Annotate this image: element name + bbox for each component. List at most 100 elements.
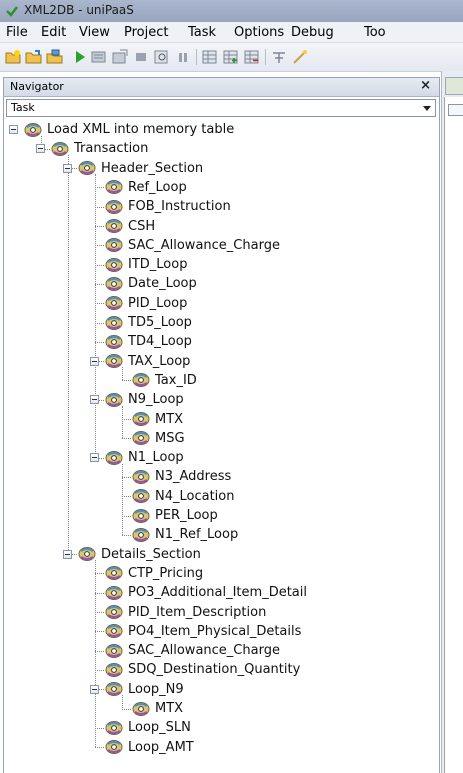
- tree-node[interactable]: SAC_Allowance_Charge: [105, 236, 280, 255]
- collapse-toggle-icon[interactable]: [90, 356, 99, 366]
- menu-item-project[interactable]: Project: [124, 25, 168, 40]
- tree-node[interactable]: TD5_Loop: [105, 313, 192, 332]
- tree-node[interactable]: CSH: [105, 217, 155, 236]
- tree-node-label: Tax_ID: [155, 372, 197, 388]
- tree-node[interactable]: PO3_Additional_Item_Detail: [105, 583, 307, 602]
- pause-icon[interactable]: [174, 48, 192, 66]
- task-icon: [105, 237, 123, 253]
- expand-icon[interactable]: [270, 48, 288, 66]
- tree-node-label: CSH: [128, 218, 156, 234]
- tree-node[interactable]: ITD_Loop: [105, 255, 187, 274]
- task-icon: [132, 430, 150, 446]
- menu-item-options[interactable]: Options: [234, 25, 284, 40]
- task-icon: [105, 179, 123, 195]
- tree-node[interactable]: TAX_Loop: [105, 352, 190, 371]
- tree-node[interactable]: N3_Address: [132, 467, 231, 486]
- editor-tab[interactable]: [445, 77, 463, 95]
- task-icon: [105, 199, 123, 215]
- grid-icon[interactable]: [201, 48, 219, 66]
- collapse-toggle-icon[interactable]: [90, 395, 99, 405]
- tree-node[interactable]: N1_Ref_Loop: [132, 525, 238, 544]
- menu-item-too[interactable]: Too: [364, 25, 386, 40]
- task-icon: [105, 623, 123, 639]
- task-icon: [105, 295, 123, 311]
- tree-node[interactable]: Transaction: [51, 139, 148, 158]
- tree-node[interactable]: Loop_SLN: [105, 718, 191, 737]
- tree-node[interactable]: SAC_Allowance_Charge: [105, 641, 280, 660]
- grid-delete-icon[interactable]: [243, 48, 261, 66]
- task-icon: [105, 681, 123, 697]
- run-icon[interactable]: [71, 48, 89, 66]
- tree-node[interactable]: PO4_Item_Physical_Details: [105, 622, 301, 641]
- tree-node-label: N3_Address: [155, 469, 232, 485]
- navigator-header: Navigator ×: [4, 78, 439, 97]
- tree-node-label: N1_Loop: [128, 450, 184, 466]
- tree-node[interactable]: Loop_AMT: [105, 738, 194, 757]
- new-icon[interactable]: [4, 48, 22, 66]
- collapse-toggle-icon[interactable]: [9, 125, 18, 134]
- tree-node[interactable]: MTX: [132, 699, 183, 718]
- editor-button[interactable]: [448, 104, 463, 116]
- collapse-toggle-icon[interactable]: [90, 453, 99, 463]
- tree-node-label: TD5_Loop: [128, 315, 192, 330]
- grid-add-icon[interactable]: [222, 48, 240, 66]
- step-over-icon[interactable]: [111, 48, 129, 66]
- collapse-toggle-icon[interactable]: [63, 163, 72, 173]
- task-icon: [105, 257, 123, 273]
- menu-bar: File Edit View Project Task Options Debug Too: [0, 22, 463, 43]
- window-title: XML2DB - uniPaaS: [24, 3, 134, 17]
- tree-node[interactable]: N1_Loop: [105, 448, 184, 467]
- tree-node[interactable]: Tax_ID: [132, 371, 197, 390]
- tree-node-label: SAC_Allowance_Charge: [128, 237, 280, 253]
- open-project-icon[interactable]: [46, 48, 64, 66]
- editor-panel: [444, 97, 463, 773]
- tree-node[interactable]: MTX: [132, 410, 183, 429]
- navigator-panel: Navigator × Task Load XML into memory ta…: [3, 77, 440, 773]
- tree-node-label: Details_Section: [101, 546, 201, 562]
- tree-node[interactable]: MSG: [132, 429, 185, 448]
- menu-item-view[interactable]: View: [79, 25, 110, 40]
- step-into-icon[interactable]: [90, 48, 108, 66]
- tree-node[interactable]: FOB_Instruction: [105, 197, 231, 216]
- tree-node[interactable]: Loop_N9: [105, 680, 184, 699]
- tree-node[interactable]: Date_Loop: [105, 274, 197, 293]
- find-icon[interactable]: [153, 48, 171, 66]
- tree-node[interactable]: PID_Loop: [105, 294, 187, 313]
- menu-item-debug[interactable]: Debug: [291, 25, 334, 40]
- tree-node-label: PO3_Additional_Item_Detail: [128, 585, 307, 601]
- task-icon: [105, 739, 123, 755]
- task-icon: [51, 141, 69, 157]
- tree-node-label: FOB_Instruction: [128, 199, 231, 215]
- menu-item-task[interactable]: Task: [188, 25, 216, 40]
- tree-node[interactable]: SDQ_Destination_Quantity: [105, 660, 300, 679]
- task-icon: [132, 701, 150, 717]
- tree-node[interactable]: PER_Loop: [132, 506, 218, 525]
- tree-node[interactable]: Ref_Loop: [105, 178, 187, 197]
- tree-node[interactable]: N4_Location: [132, 487, 234, 506]
- tree-node[interactable]: Header_Section: [78, 159, 203, 178]
- tree-node-label: MTX: [155, 701, 184, 716]
- navigator-mode-select[interactable]: Task: [6, 99, 436, 117]
- tree-node-label: TAX_Loop: [128, 353, 191, 369]
- tree-node[interactable]: CTP_Pricing: [105, 564, 203, 583]
- task-tree: Load XML into memory table Transaction Hea…: [4, 118, 441, 768]
- tree-node[interactable]: TD4_Loop: [105, 332, 192, 351]
- tree-node-label: Loop_AMT: [128, 739, 194, 755]
- task-icon: [105, 315, 123, 331]
- wand-icon[interactable]: [291, 48, 309, 66]
- tree-node[interactable]: PID_Item_Description: [105, 603, 266, 622]
- close-icon[interactable]: ×: [420, 78, 431, 93]
- collapse-toggle-icon[interactable]: [63, 549, 72, 559]
- tree-node-label: MTX: [155, 411, 184, 427]
- menu-item-file[interactable]: File: [6, 25, 28, 40]
- tree-node[interactable]: Details_Section: [78, 545, 201, 564]
- app-icon: [6, 6, 18, 17]
- tree-node[interactable]: Load XML into memory table: [24, 120, 234, 139]
- collapse-toggle-icon[interactable]: [36, 144, 45, 154]
- tree-node[interactable]: N9_Loop: [105, 390, 184, 409]
- stop-icon[interactable]: [132, 48, 150, 66]
- collapse-toggle-icon[interactable]: [90, 684, 99, 694]
- open-icon[interactable]: [25, 48, 43, 66]
- menu-item-edit[interactable]: Edit: [41, 25, 66, 40]
- chevron-down-icon[interactable]: [423, 106, 431, 111]
